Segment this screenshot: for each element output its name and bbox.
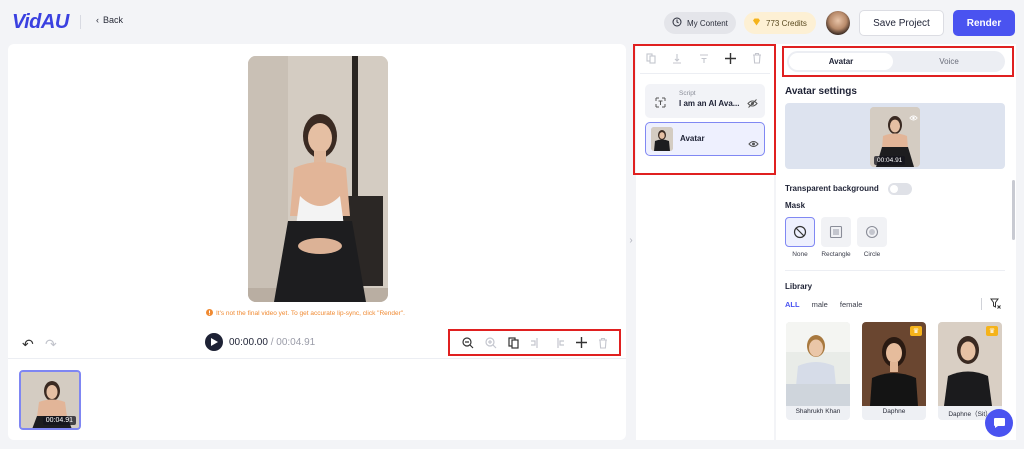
collapse-panel-icon[interactable]: ›	[626, 228, 636, 252]
mask-label-none: None	[792, 251, 808, 258]
delete-icon[interactable]	[598, 337, 608, 349]
crown-icon: ♛	[910, 326, 922, 336]
avatar-name: Shahrukh Khan	[795, 408, 841, 415]
divider	[785, 270, 1005, 271]
layers-toolbar	[646, 52, 762, 67]
save-project-button[interactable]: Save Project	[859, 10, 944, 36]
chevron-left-icon: ‹	[96, 15, 99, 25]
divider	[8, 358, 626, 359]
zoom-out-icon[interactable]	[461, 336, 474, 349]
filter-icon[interactable]	[990, 298, 1001, 312]
library-avatar-card[interactable]: Shahrukh Khan	[786, 322, 850, 420]
mask-label: Mask	[785, 201, 806, 210]
copy-icon[interactable]	[507, 336, 519, 349]
zoom-in-icon[interactable]	[484, 336, 497, 349]
split-left-icon[interactable]	[530, 337, 542, 349]
timeline-clip[interactable]: 00:04.91	[19, 370, 81, 430]
add-icon[interactable]	[575, 337, 587, 348]
current-time: 00:00.00	[229, 337, 268, 348]
avatar-preview[interactable]: 00:04.91	[870, 107, 920, 167]
mask-option-circle[interactable]	[857, 217, 887, 247]
align-center-icon[interactable]	[699, 53, 709, 67]
transparent-bg-toggle[interactable]	[888, 183, 912, 195]
render-button[interactable]: Render	[953, 10, 1015, 36]
divider	[640, 73, 770, 74]
info-icon	[206, 309, 213, 318]
mask-option-none[interactable]	[785, 217, 815, 247]
copy-icon[interactable]	[646, 52, 656, 67]
user-avatar[interactable]	[826, 11, 850, 35]
layer-item-script[interactable]: Script I am an AI Ava...	[645, 84, 765, 118]
tab-voice[interactable]: Voice	[895, 53, 1003, 70]
circle-mask-icon	[865, 225, 879, 239]
eye-hidden-icon[interactable]	[909, 109, 918, 127]
tab-avatar[interactable]: Avatar	[789, 53, 893, 70]
settings-title: Avatar settings	[785, 86, 857, 97]
clip-duration: 00:04.91	[42, 416, 76, 425]
avatar-thumbnail	[651, 127, 673, 151]
settings-scrollbar[interactable]	[1012, 180, 1015, 240]
redo-icon[interactable]: ↷	[45, 336, 57, 353]
mask-option-rectangle[interactable]	[821, 217, 851, 247]
video-preview[interactable]	[248, 56, 388, 302]
script-icon	[655, 95, 666, 113]
align-bottom-icon[interactable]	[672, 53, 682, 67]
split-right-icon[interactable]	[553, 337, 565, 349]
play-button[interactable]	[205, 333, 223, 351]
avatar-thumbnail	[786, 322, 850, 406]
undo-icon[interactable]: ↶	[22, 336, 34, 353]
filter-female[interactable]: female	[840, 300, 863, 309]
eye-icon[interactable]	[748, 135, 759, 153]
play-icon	[210, 338, 218, 346]
library-filters: ALL male female	[785, 300, 862, 309]
filter-all[interactable]: ALL	[785, 300, 800, 309]
layer-title: I am an AI Ava...	[679, 99, 740, 108]
vidau-logo[interactable]: VidAU	[12, 11, 69, 34]
my-content-button[interactable]: My Content	[664, 12, 736, 34]
layer-item-avatar[interactable]: Avatar	[645, 122, 765, 156]
credits-badge[interactable]: 773 Credits	[744, 12, 816, 34]
clock-icon	[672, 17, 682, 29]
rectangle-mask-icon	[829, 225, 843, 239]
back-label: Back	[103, 15, 124, 25]
add-icon[interactable]	[724, 52, 736, 67]
mask-label-rectangle: Rectangle	[821, 251, 851, 258]
chat-support-button[interactable]	[985, 409, 1013, 437]
avatar-name: Daphne	[882, 408, 906, 415]
delete-icon[interactable]	[752, 52, 762, 67]
filter-male[interactable]: male	[812, 300, 828, 309]
divider	[981, 298, 982, 310]
diamond-icon	[752, 18, 761, 28]
eye-hidden-icon[interactable]	[747, 95, 758, 113]
notice-text: It's not the final video yet. To get acc…	[216, 310, 405, 317]
library-label: Library	[785, 282, 813, 291]
credits-label: 773 Credits	[766, 18, 807, 28]
my-content-label: My Content	[687, 18, 728, 28]
timeline-toolbar	[448, 329, 621, 356]
back-button[interactable]: ‹ Back	[96, 15, 123, 25]
transparent-bg-label: Transparent background	[785, 184, 879, 193]
render-notice: It's not the final video yet. To get acc…	[206, 309, 405, 318]
playback-time: 00:00.00 / 00:04.91	[229, 337, 315, 348]
crown-icon: ♛	[986, 326, 998, 336]
divider	[80, 15, 81, 29]
chat-icon	[993, 418, 1005, 428]
library-avatar-card[interactable]: ♛ Daphne（Sit）	[938, 322, 1002, 420]
layer-kind: Script	[679, 90, 696, 97]
total-time: 00:04.91	[276, 337, 316, 348]
preview-duration: 00:04.91	[874, 156, 906, 165]
no-mask-icon	[793, 225, 807, 239]
layer-title: Avatar	[680, 134, 705, 143]
mask-label-circle: Circle	[863, 251, 881, 258]
library-avatar-card[interactable]: ♛ Daphne	[862, 322, 926, 420]
